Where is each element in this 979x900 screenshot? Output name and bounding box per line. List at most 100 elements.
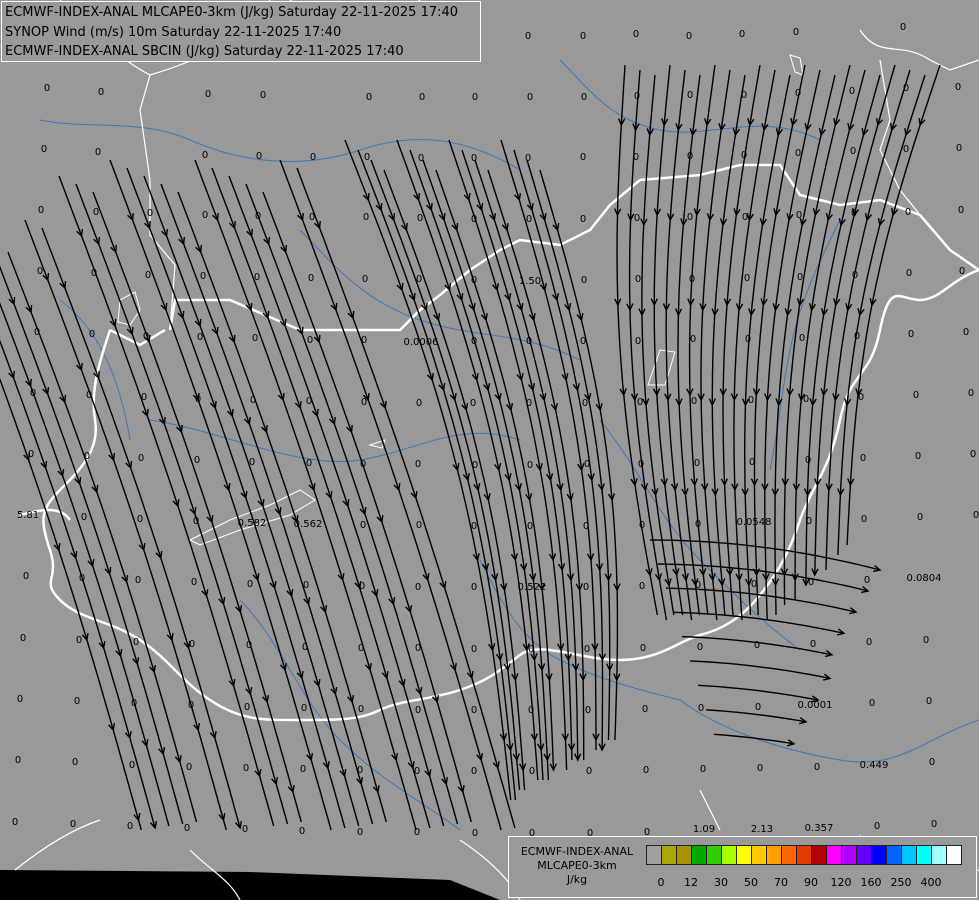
sbcin-value: 0	[524, 153, 532, 164]
sbcin-value: 0	[92, 207, 100, 218]
sbcin-value: 0	[470, 275, 478, 286]
sbcin-value: 0	[190, 577, 198, 588]
sbcin-value: 0	[928, 757, 936, 768]
sbcin-value: 0	[418, 92, 426, 103]
legend-tick: 160	[860, 876, 882, 889]
legend-swatch	[751, 845, 767, 865]
sbcin-value: 0.522	[517, 582, 547, 593]
sbcin-value: 0	[525, 214, 533, 225]
sbcin-value: 0	[470, 644, 478, 655]
sbcin-value: 2.13	[750, 824, 774, 835]
sbcin-value: 0	[873, 821, 881, 832]
sbcin-value: 0	[414, 459, 422, 470]
sbcin-value: 0	[639, 643, 647, 654]
sbcin-value: 0	[201, 150, 209, 161]
sbcin-value: 0	[633, 213, 641, 224]
sbcin-value: 0	[187, 700, 195, 711]
streamline	[177, 191, 387, 823]
sbcin-value: 0	[641, 704, 649, 715]
sbcin-value: 0	[36, 266, 44, 277]
sbcin-value: 0	[634, 274, 642, 285]
sbcin-value: 0	[685, 31, 693, 42]
legend-swatch	[691, 845, 707, 865]
sbcin-value: 5.81	[16, 510, 40, 521]
sbcin-value: 0	[583, 459, 591, 470]
sea-area	[0, 870, 500, 900]
legend-swatch	[931, 845, 947, 865]
legend-tick: 0	[657, 876, 665, 889]
sbcin-value: 0	[747, 395, 755, 406]
sbcin-value: 0	[802, 394, 810, 405]
sbcin-value: 0	[849, 146, 857, 157]
legend-tick: 70	[774, 876, 788, 889]
sbcin-value: 0	[470, 336, 478, 347]
sbcin-value: 0	[128, 760, 136, 771]
sbcin-value: 0	[470, 582, 478, 593]
sbcin-value: 0	[526, 521, 534, 532]
sbcin-value: 0	[199, 271, 207, 282]
sbcin-value: 0	[40, 144, 48, 155]
sbcin-value: 0	[88, 329, 96, 340]
sbcin-value: 0	[809, 639, 817, 650]
sbcin-value: 0	[359, 520, 367, 531]
title-line-mlcape: ECMWF-INDEX-ANAL MLCAPE0-3km (J/kg) Satu…	[5, 5, 459, 20]
sbcin-value: 0	[69, 819, 77, 830]
streamline	[825, 69, 911, 571]
sbcin-value: 0	[470, 705, 478, 716]
legend-swatch	[916, 845, 932, 865]
sbcin-value: 0	[360, 335, 368, 346]
sbcin-value: 0	[43, 83, 51, 94]
legend-swatch	[826, 845, 842, 865]
sbcin-value: 0	[132, 637, 140, 648]
sbcin-value: 0	[967, 388, 975, 399]
sbcin-value: 0	[754, 702, 762, 713]
sbcin-value: 0	[794, 88, 802, 99]
sbcin-value: 0	[807, 577, 815, 588]
streamline	[665, 587, 857, 613]
sbcin-value: 0	[302, 580, 310, 591]
main-country-border	[19, 163, 979, 722]
sbcin-value: 0	[470, 153, 478, 164]
legend-tick: 120	[830, 876, 852, 889]
sbcin-value: 0	[902, 83, 910, 94]
sbcin-value: 0	[930, 819, 938, 830]
sbcin-value: 0	[579, 152, 587, 163]
sbcin-value: 0	[528, 766, 536, 777]
sbcin-value: 0	[365, 92, 373, 103]
sbcin-value: 0	[300, 703, 308, 714]
sbcin-value: 0	[696, 642, 704, 653]
sbcin-value: 0	[249, 395, 257, 406]
streamline	[160, 183, 374, 825]
sbcin-value: 0	[633, 91, 641, 102]
sbcin-value: 0	[83, 451, 91, 462]
sbcin-value: 0	[902, 144, 910, 155]
sbcin-value: 0	[413, 766, 421, 777]
sbcin-value: 0	[471, 460, 479, 471]
sbcin-value: 0	[925, 696, 933, 707]
streamline	[689, 660, 831, 680]
sbcin-value: 0	[527, 705, 535, 716]
sbcin-value: 0	[85, 390, 93, 401]
sbcin-value: 0	[146, 208, 154, 219]
sbcin-value: 0	[415, 398, 423, 409]
sbcin-value: 0	[632, 29, 640, 40]
sbcin-value: 0	[865, 637, 873, 648]
sbcin-value: 0	[585, 766, 593, 777]
sbcin-value: 0	[415, 520, 423, 531]
sbcin-value: 0.0548	[736, 517, 772, 528]
legend-tick: 50	[744, 876, 758, 889]
legend-swatch	[811, 845, 827, 865]
sbcin-value: 0	[860, 514, 868, 525]
streamline	[722, 64, 761, 616]
sbcin-value: 0	[185, 762, 193, 773]
sbcin-value: 0	[144, 270, 152, 281]
sbcin-value: 0	[362, 212, 370, 223]
title-box: ECMWF-INDEX-ANAL MLCAPE0-3km (J/kg) Satu…	[1, 1, 481, 62]
sbcin-value: 0.0006	[403, 337, 439, 348]
sbcin-value: 0	[579, 336, 587, 347]
legend-swatch	[871, 845, 887, 865]
legend-title: ECMWF-INDEX-ANAL MLCAPE0-3km J/kg	[512, 845, 642, 887]
sbcin-value: 0	[16, 694, 24, 705]
sbcin-value: 0	[857, 392, 865, 403]
sbcin-value: 0.449	[859, 760, 889, 771]
